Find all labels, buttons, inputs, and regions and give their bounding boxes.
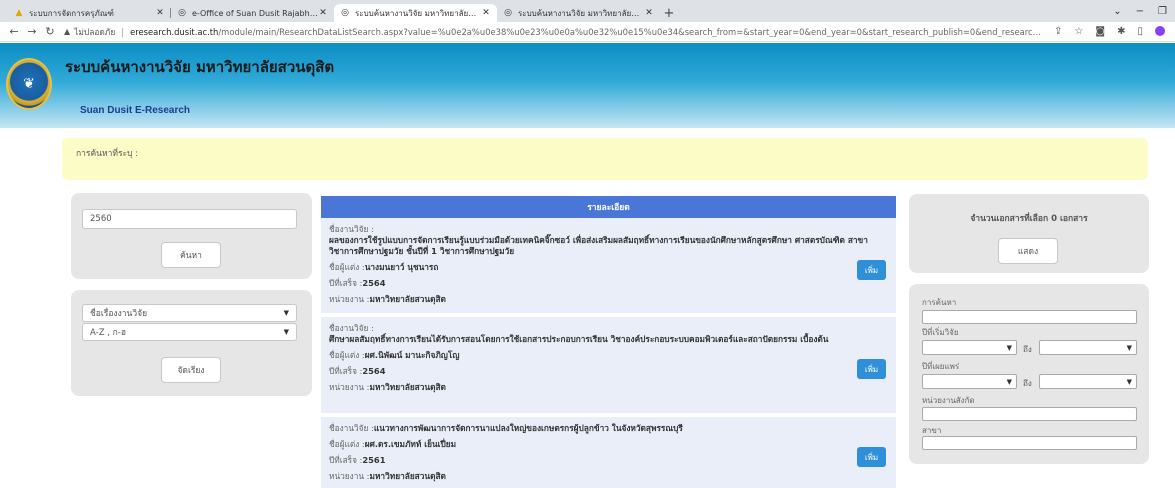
filter-search-label: การค้นหา — [922, 298, 957, 307]
search-button[interactable]: ค้นหา — [161, 242, 221, 268]
warning-icon: ▲ — [64, 27, 71, 36]
research-author: ผศ.ดร.เขมภัทท์ เย็นเปี่ยม — [364, 439, 457, 449]
warning-icon: ▲ — [15, 8, 23, 18]
page-subtitle: Suan Dusit E-Research — [80, 105, 191, 116]
publish-year-to-select[interactable]: ▼ — [1039, 374, 1137, 389]
results-list: รายละเอียด ชื่องานวิจัย : ผลของการใช้รูป… — [321, 196, 896, 488]
title-label: ชื่องานวิจัย : — [329, 323, 374, 333]
chevron-down-icon: ▼ — [283, 328, 289, 336]
add-button[interactable]: เพิ่ม — [857, 447, 886, 467]
url-path: /module/main/ResearchDataListSearch.aspx… — [218, 26, 1045, 37]
window-controls: ⌄ − ❐ — [1113, 0, 1175, 22]
research-year: 2564 — [362, 366, 386, 376]
research-title: แนวทางการพัฒนาการจัดการนาแปลงใหญ่ของเกษต… — [373, 423, 683, 433]
research-author: นางมนยาว์ นุชนารถ — [364, 262, 439, 272]
research-year-from-select[interactable]: ▼ — [922, 340, 1017, 355]
research-year-to-select[interactable]: ▼ — [1039, 340, 1137, 355]
show-button[interactable]: แสดง — [998, 238, 1058, 264]
department-input[interactable] — [922, 407, 1137, 421]
close-icon[interactable]: ✕ — [481, 8, 491, 18]
criteria-label: การค้นหาที่ระบุ : — [76, 149, 139, 159]
close-icon[interactable]: ✕ — [155, 8, 165, 18]
globe-icon: ◎ — [504, 8, 512, 18]
chevron-down-icon: ▼ — [1006, 377, 1012, 386]
research-title: ศึกษาผลสัมฤทธิ์ทางการเรียนได้รับการสอนโด… — [329, 334, 829, 344]
reload-icon[interactable]: ↻ — [42, 25, 58, 38]
branch-input[interactable] — [922, 436, 1137, 450]
research-year: 2564 — [362, 278, 386, 288]
close-icon[interactable]: ✕ — [644, 8, 654, 18]
close-icon[interactable]: ✕ — [318, 8, 328, 18]
sort-panel: ชื่อเรื่องงานวิจัย ▼ A-Z , ก-ฮ ▼ จัดเรีย… — [71, 290, 312, 396]
url-host: eresearch.dusit.ac.th — [130, 26, 219, 37]
research-title: ผลของการใช้รูปแบบการจัดการเรียนรู้แบบร่ว… — [329, 235, 868, 256]
browser-tab-active[interactable]: ◎ ระบบค้นหางานวิจัย มหาวิทยาลัยสวนดุสิต … — [334, 4, 497, 22]
add-button[interactable]: เพิ่ม — [857, 260, 886, 280]
filter-panel: การค้นหา ปีที่เริ่มวิจัย ▼ ถึง ▼ ปีที่เผ… — [909, 284, 1149, 464]
publish-year-from-select[interactable]: ▼ — [922, 374, 1017, 389]
university-logo: ❦ — [6, 58, 52, 110]
browser-tab[interactable]: ▲ ระบบการจัดการครุภัณฑ์ ✕ — [8, 4, 171, 22]
research-year: 2561 — [362, 455, 386, 465]
tab-title: ระบบการจัดการครุภัณฑ์ — [29, 8, 114, 18]
tab-title: ระบบค้นหางานวิจัย มหาวิทยาลัยสวนดุสิต — [355, 8, 481, 18]
page-title: ระบบค้นหางานวิจัย มหาวิทยาลัยสวนดุสิต — [65, 58, 335, 76]
search-input[interactable]: 2560 — [82, 209, 297, 229]
search-criteria-box: การค้นหาที่ระบุ : — [62, 138, 1148, 180]
sort-field-select[interactable]: ชื่อเรื่องงานวิจัย ▼ — [82, 304, 297, 322]
star-icon[interactable]: ☆ — [1074, 26, 1083, 37]
chevron-down-icon[interactable]: ⌄ — [1113, 6, 1121, 17]
results-header: รายละเอียด — [321, 196, 896, 218]
share-icon[interactable]: ⇪ — [1054, 26, 1062, 37]
back-icon[interactable]: ← — [6, 25, 22, 38]
minimize-icon[interactable]: − — [1136, 6, 1144, 17]
browser-toolbar: ⇪ ☆ ◙ ✱ ▯ — [1044, 26, 1175, 37]
sidebar-icon[interactable]: ▯ — [1137, 26, 1143, 37]
research-year-label: ปีที่เริ่มวิจัย — [922, 328, 959, 337]
chevron-down-icon: ▼ — [1126, 377, 1132, 386]
globe-icon: ◎ — [178, 8, 186, 18]
selection-panel: จำนวนเอกสารที่เลือก 0 เอกสาร แสดง — [909, 194, 1149, 273]
research-unit: มหาวิทยาลัยสวนดุสิต — [369, 471, 446, 481]
research-unit: มหาวิทยาลัยสวนดุสิต — [369, 382, 446, 392]
title-label: ชื่องานวิจัย : — [329, 224, 374, 234]
sort-button[interactable]: จัดเรียง — [161, 357, 221, 383]
filter-search-input[interactable] — [922, 310, 1137, 324]
site-header: ❦ ระบบค้นหางานวิจัย มหาวิทยาลัยสวนดุสิต … — [0, 43, 1175, 128]
publish-year-label: ปีที่เผยแพร่ — [922, 362, 960, 371]
department-label: หน่วยงานสังกัด — [922, 396, 975, 405]
restore-icon[interactable]: ❐ — [1158, 6, 1167, 17]
forward-icon[interactable]: → — [24, 25, 40, 38]
security-label: ไม่ปลอดภัย — [74, 26, 116, 37]
list-item: ชื่องานวิจัย : ผลของการใช้รูปแบบการจัดกา… — [321, 218, 896, 313]
tab-title: e-Office of Suan Dusit Rajabhat U — [192, 8, 318, 18]
sort-order-select[interactable]: A-Z , ก-ฮ ▼ — [82, 323, 297, 341]
browser-tab[interactable]: ◎ ระบบค้นหางานวิจัย มหาวิทยาลัยสวนดุสิต … — [497, 4, 660, 22]
list-item: ชื่องานวิจัย :แนวทางการพัฒนาการจัดการนาแ… — [321, 417, 896, 488]
globe-icon: ◎ — [341, 8, 349, 18]
profile-avatar[interactable] — [1155, 26, 1165, 36]
browser-tab[interactable]: ◎ e-Office of Suan Dusit Rajabhat U ✕ — [171, 4, 334, 22]
tab-title: ระบบค้นหางานวิจัย มหาวิทยาลัยสวนดุสิต — [518, 8, 644, 18]
browser-tab-strip: ▲ ระบบการจัดการครุภัณฑ์ ✕ ◎ e-Office of … — [0, 0, 1175, 22]
url-field[interactable]: ▲ ไม่ปลอดภัย | eresearch.dusit.ac.th /mo… — [64, 24, 1044, 40]
research-unit: มหาวิทยาลัยสวนดุสิต — [369, 294, 446, 304]
camera-icon[interactable]: ◙ — [1095, 26, 1105, 37]
add-button[interactable]: เพิ่ม — [857, 359, 886, 379]
extensions-icon[interactable]: ✱ — [1117, 26, 1125, 37]
research-author: ผศ.นิพัฒน์ มานะกิจภิญโญ — [364, 350, 460, 360]
address-bar: ← → ↻ ▲ ไม่ปลอดภัย | eresearch.dusit.ac.… — [0, 22, 1175, 42]
to-label: ถึง — [1023, 379, 1032, 388]
search-panel: 2560 ค้นหา — [71, 193, 312, 279]
chevron-down-icon: ▼ — [283, 309, 289, 317]
selected-count: จำนวนเอกสารที่เลือก 0 เอกสาร — [970, 214, 1088, 224]
new-tab-button[interactable]: + — [660, 4, 678, 22]
chevron-down-icon: ▼ — [1126, 343, 1132, 352]
to-label: ถึง — [1023, 345, 1032, 354]
chevron-down-icon: ▼ — [1006, 343, 1012, 352]
list-item: ชื่องานวิจัย : ศึกษาผลสัมฤทธิ์ทางการเรีย… — [321, 317, 896, 413]
